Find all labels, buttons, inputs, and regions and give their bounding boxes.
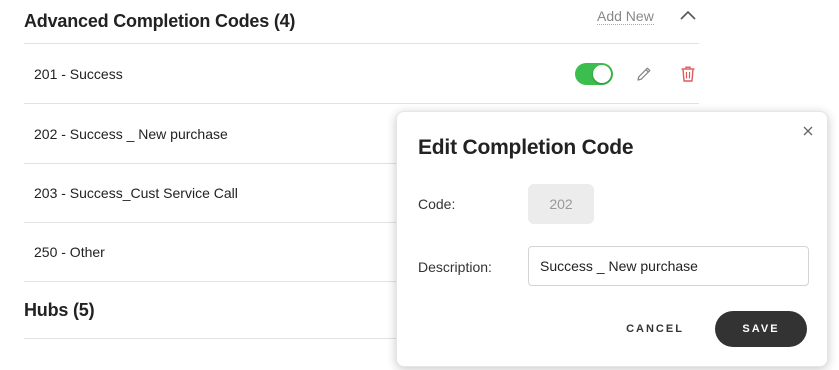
trash-icon[interactable] xyxy=(678,64,698,84)
edit-completion-code-modal: Edit Completion Code Code: 202 Descripti… xyxy=(396,111,828,367)
save-button[interactable]: SAVE xyxy=(715,311,807,347)
close-icon[interactable] xyxy=(801,124,815,138)
chevron-up-icon[interactable] xyxy=(678,6,698,26)
completion-code-label: 203 - Success_Cust Service Call xyxy=(34,184,238,201)
code-label: Code: xyxy=(418,196,456,212)
completion-code-label: 201 - Success xyxy=(34,65,123,82)
section-title: Hubs (5) xyxy=(24,300,95,320)
add-new-link[interactable]: Add New xyxy=(597,8,654,25)
description-input[interactable] xyxy=(528,246,809,286)
list-item: 201 - Success xyxy=(24,44,699,104)
modal-title: Edit Completion Code xyxy=(418,136,634,159)
toggle-knob xyxy=(593,65,611,83)
enabled-toggle[interactable] xyxy=(575,63,613,85)
completion-code-label: 202 - Success _ New purchase xyxy=(34,125,228,142)
code-value: 202 xyxy=(528,184,594,224)
completion-code-label: 250 - Other xyxy=(34,243,105,260)
cancel-button[interactable]: CANCEL xyxy=(610,312,700,346)
section-title: Advanced Completion Codes (4) xyxy=(24,11,296,31)
pencil-icon[interactable] xyxy=(634,64,654,84)
advanced-completion-codes-header: Advanced Completion Codes (4) Add New xyxy=(24,0,699,44)
description-label: Description: xyxy=(418,259,492,275)
